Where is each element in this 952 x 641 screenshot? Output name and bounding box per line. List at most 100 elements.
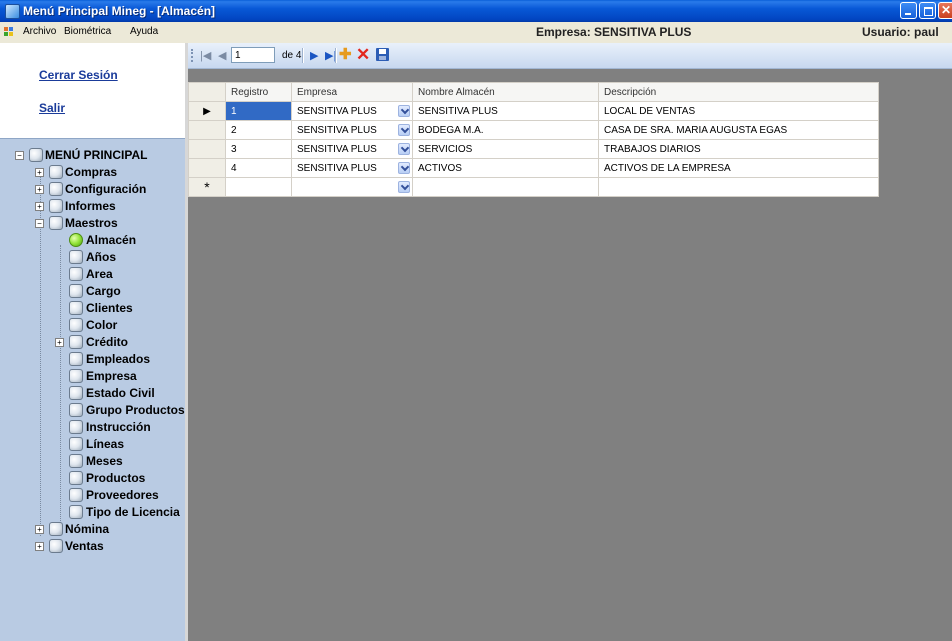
table-row[interactable]: 2 SENSITIVA PLUS BODEGA M.A. CASA DE SRA… [188,120,879,140]
empresa-combo-cell[interactable]: SENSITIVA PLUS [291,158,413,178]
new-row[interactable]: * [188,177,879,197]
position-input[interactable]: 1 [231,47,275,63]
registro-cell[interactable]: 4 [225,158,292,178]
node-icon [69,318,83,332]
first-record-icon[interactable]: |◀ [200,49,211,62]
row-header[interactable] [188,158,226,178]
column-header[interactable]: Empresa [291,82,413,102]
registro-cell[interactable]: 1 [225,101,292,121]
save-icon[interactable] [376,48,389,61]
app-icon [5,4,20,19]
exit-link[interactable]: Salir [39,101,65,115]
registro-cell[interactable] [225,177,292,197]
dropdown-arrow-icon[interactable] [398,143,410,155]
node-icon [69,488,83,502]
node-icon [69,471,83,485]
node-icon [69,437,83,451]
node-icon [69,352,83,366]
empresa-combo-cell[interactable]: SENSITIVA PLUS [291,101,413,121]
row-header[interactable] [188,120,226,140]
tree-item-grupo-productos[interactable]: Grupo Productos [69,402,185,419]
dropdown-arrow-icon[interactable] [398,124,410,136]
expand-icon[interactable]: + [35,185,44,194]
empresa-combo-cell[interactable]: SENSITIVA PLUS [291,139,413,159]
collapse-icon[interactable]: − [15,151,24,160]
nombre-cell[interactable] [412,177,599,197]
empresa-combo-cell[interactable] [291,177,413,197]
nombre-cell[interactable]: BODEGA M.A. [412,120,599,140]
dropdown-arrow-icon[interactable] [398,181,410,193]
empresa-combo-cell[interactable]: SENSITIVA PLUS [291,120,413,140]
record-count-label: de 4 [282,50,302,61]
folder-icon [29,148,43,162]
empresa-value: SENSITIVA PLUS [297,124,377,136]
folder-icon [49,539,63,553]
column-header[interactable]: Nombre Almacén [412,82,599,102]
binding-navigator: |◀ ◀ 1 de 4 ▶ ▶| ✚ ✕ [188,43,952,69]
folder-icon [49,165,63,179]
nombre-cell[interactable]: ACTIVOS [412,158,599,178]
new-row-marker[interactable]: * [188,177,226,197]
descripcion-cell[interactable]: CASA DE SRA. MARIA AUGUSTA EGAS [598,120,879,140]
tree-item-tipo-licencia[interactable]: Tipo de Licencia [69,504,185,521]
nombre-cell[interactable]: SENSITIVA PLUS [412,101,599,121]
minimize-button[interactable] [900,2,917,19]
descripcion-cell[interactable] [598,177,879,197]
previous-record-icon[interactable]: ◀ [218,49,226,62]
column-header[interactable]: Registro [225,82,292,102]
add-record-icon[interactable]: ✚ [339,47,352,62]
node-icon [69,250,83,264]
user-label: Usuario: paul [862,25,939,39]
company-label: Empresa: SENSITIVA PLUS [536,25,692,39]
corner-header[interactable] [188,82,226,102]
folder-icon [49,182,63,196]
current-row-indicator[interactable]: ▶ [188,101,226,121]
maximize-button[interactable] [919,2,936,19]
menu-archivo[interactable]: Archivo [23,26,56,37]
row-header[interactable] [188,139,226,159]
menu-ayuda[interactable]: Ayuda [130,26,158,37]
toolbar-grip[interactable] [191,49,195,62]
nombre-cell[interactable]: SERVICIOS [412,139,599,159]
data-grid: Registro Empresa Nombre Almacén Descripc… [188,82,879,197]
folder-icon [49,199,63,213]
expand-icon[interactable]: + [35,168,44,177]
registro-cell[interactable]: 3 [225,139,292,159]
column-header[interactable]: Descripción [598,82,879,102]
folder-icon [49,522,63,536]
expand-icon[interactable]: + [55,338,64,347]
expand-icon[interactable]: + [35,542,44,551]
selected-node-icon [69,233,83,247]
node-icon [69,386,83,400]
grid-header-row: Registro Empresa Nombre Almacén Descripc… [188,82,879,102]
collapse-icon[interactable]: − [35,219,44,228]
close-button[interactable] [938,2,952,19]
dropdown-arrow-icon[interactable] [398,105,410,117]
node-icon [69,284,83,298]
expand-icon[interactable]: + [35,525,44,534]
descripcion-cell[interactable]: ACTIVOS DE LA EMPRESA [598,158,879,178]
node-icon [69,454,83,468]
mdi-window-icon[interactable] [4,27,14,36]
delete-record-icon[interactable]: ✕ [356,46,370,63]
node-icon [69,301,83,315]
table-row[interactable]: 4 SENSITIVA PLUS ACTIVOS ACTIVOS DE LA E… [188,158,879,178]
node-icon [69,420,83,434]
content-area: |◀ ◀ 1 de 4 ▶ ▶| ✚ ✕ Registro Empresa No… [188,43,952,641]
separator [335,48,337,63]
node-icon [69,369,83,383]
descripcion-cell[interactable]: LOCAL DE VENTAS [598,101,879,121]
empresa-value: SENSITIVA PLUS [297,143,377,155]
descripcion-cell[interactable]: TRABAJOS DIARIOS [598,139,879,159]
expand-icon[interactable]: + [35,202,44,211]
logout-link[interactable]: Cerrar Sesión [39,68,118,82]
folder-icon [49,216,63,230]
node-icon [69,505,83,519]
dropdown-arrow-icon[interactable] [398,162,410,174]
menu-biometrica[interactable]: Biométrica [64,26,111,37]
table-row[interactable]: 3 SENSITIVA PLUS SERVICIOS TRABAJOS DIAR… [188,139,879,159]
empresa-value: SENSITIVA PLUS [297,105,377,117]
registro-cell[interactable]: 2 [225,120,292,140]
next-record-icon[interactable]: ▶ [310,49,318,62]
table-row[interactable]: ▶ 1 SENSITIVA PLUS SENSITIVA PLUS LOCAL … [188,101,879,121]
